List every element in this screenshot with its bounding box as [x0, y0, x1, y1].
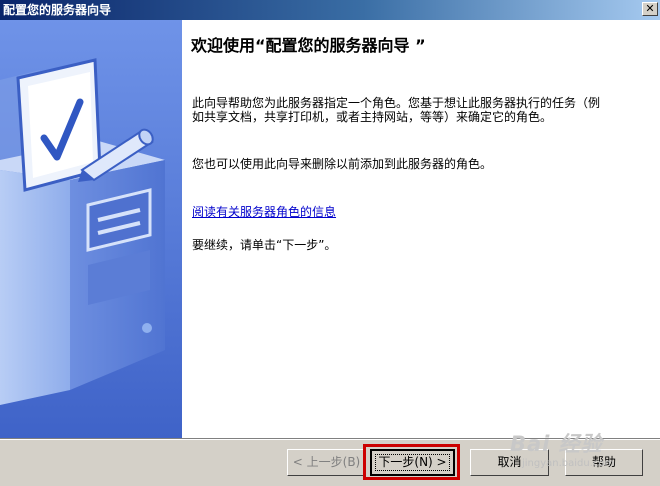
- title-bar[interactable]: 配置您的服务器向导 ✕: [0, 0, 660, 20]
- watermark: Bai 经验 jingyan.baidu.com: [510, 428, 655, 473]
- watermark-url: jingyan.baidu.com: [522, 458, 615, 469]
- wizard-side-panel: [0, 20, 182, 438]
- server-roles-info-link[interactable]: 阅读有关服务器角色的信息: [192, 205, 336, 219]
- wizard-window: 配置您的服务器向导 ✕ 欢迎使用“配置您的服务器向导 ” 此向导帮助您为此服务器…: [0, 0, 660, 486]
- page-title: 欢迎使用“配置您的服务器向导 ”: [191, 36, 426, 55]
- watermark-logo: Bai 经验: [510, 432, 603, 456]
- wizard-content: 欢迎使用“配置您的服务器向导 ” 此向导帮助您为此服务器指定一个角色。您基于想让…: [182, 20, 660, 438]
- close-icon: ✕: [645, 2, 655, 15]
- intro-paragraph: 此向导帮助您为此服务器指定一个角色。您基于想让此服务器执行的任务（例如共享文档，…: [192, 96, 601, 124]
- window-title: 配置您的服务器向导: [3, 3, 112, 17]
- continue-instruction: 要继续，请单击“下一步”。: [192, 238, 337, 252]
- close-button[interactable]: ✕: [642, 2, 658, 16]
- server-checklist-illustration: [0, 20, 182, 438]
- highlight-annotation: [363, 444, 460, 480]
- remove-roles-paragraph: 您也可以使用此向导来删除以前添加到此服务器的角色。: [192, 157, 493, 171]
- back-button[interactable]: < 上一步(B): [287, 449, 366, 476]
